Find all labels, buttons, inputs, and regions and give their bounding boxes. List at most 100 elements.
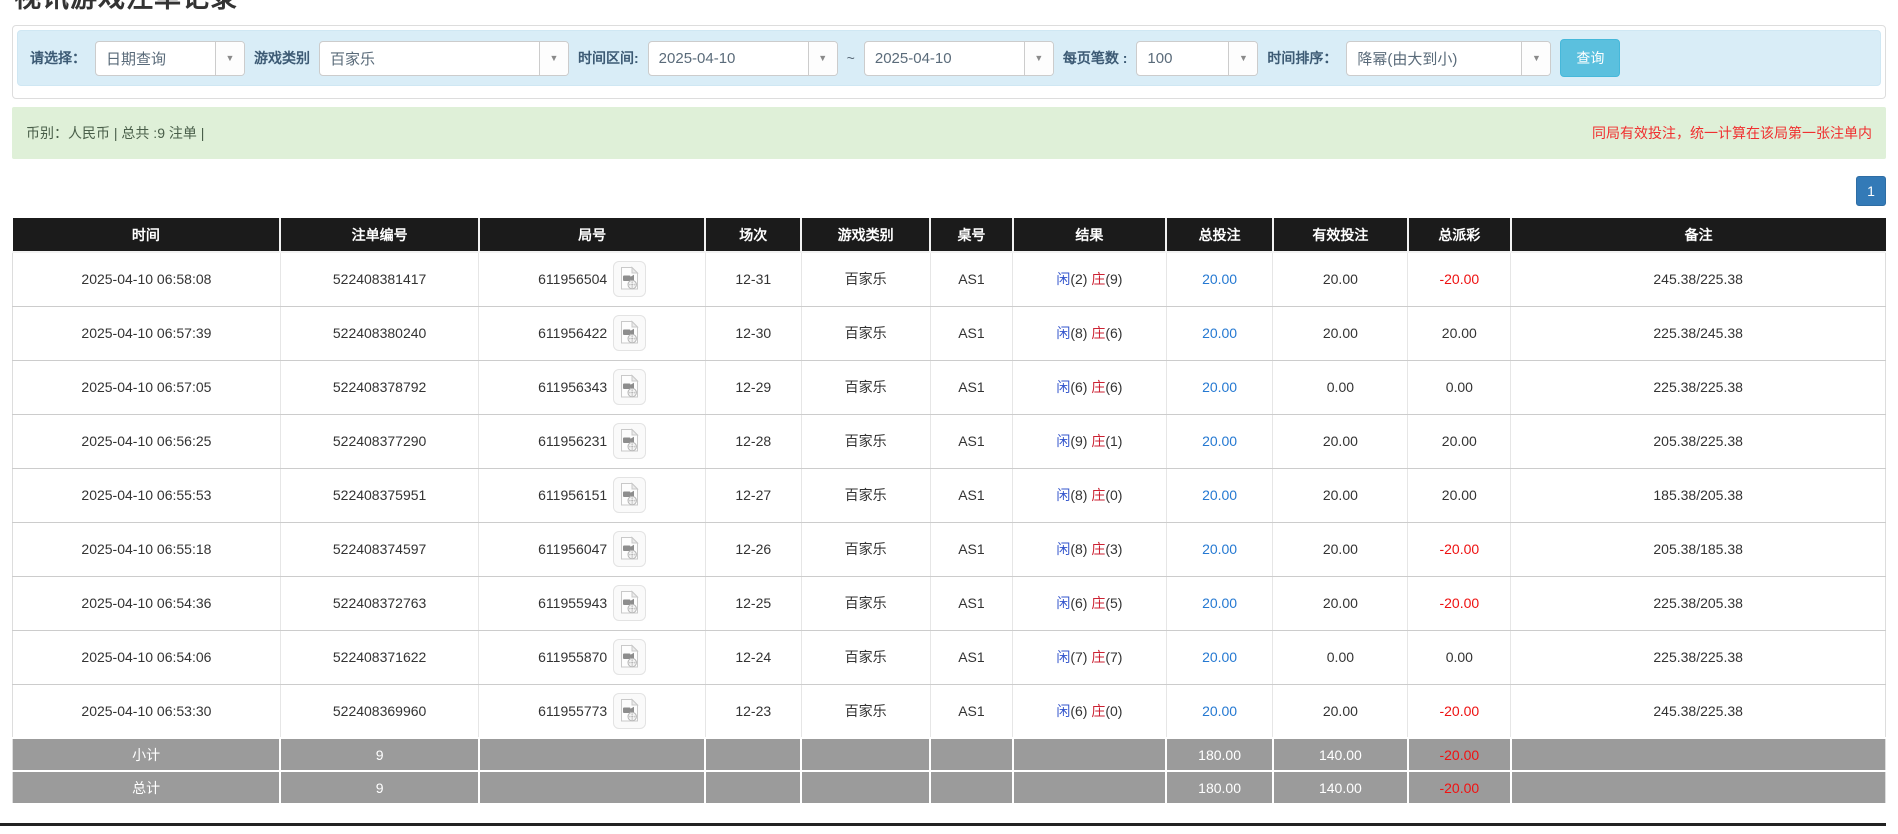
result-cell: 闲(6) 庄(0) <box>1013 684 1167 738</box>
total-bet-value[interactable]: 20.00 <box>1202 703 1237 719</box>
remark-cell: 205.38/185.38 <box>1511 522 1886 576</box>
subtotal-row-empty-cell <box>705 738 801 771</box>
total-bet-value[interactable]: 20.00 <box>1202 487 1237 503</box>
result-banker-label: 庄 <box>1091 595 1105 611</box>
session-cell: 12-24 <box>705 630 801 684</box>
video-replay-button[interactable] <box>613 531 646 567</box>
total-bet-value[interactable]: 20.00 <box>1202 325 1237 341</box>
game-type-select[interactable]: 百家乐 ▼ <box>319 41 569 76</box>
video-replay-button[interactable] <box>613 423 646 459</box>
result-banker-label: 庄 <box>1091 649 1105 665</box>
video-replay-button[interactable] <box>613 477 646 513</box>
result-cell: 闲(9) 庄(1) <box>1013 414 1167 468</box>
total-row-valid-bet: 140.00 <box>1273 771 1408 804</box>
video-replay-button[interactable] <box>613 261 646 297</box>
chevron-down-icon[interactable]: ▼ <box>539 42 568 75</box>
subtotal-row-remark <box>1511 738 1886 771</box>
result-player-score: (8) <box>1070 325 1091 341</box>
session-cell: 12-23 <box>705 684 801 738</box>
round-cell: 611956151 <box>479 468 706 522</box>
table-no-cell: AS1 <box>930 306 1012 360</box>
video-replay-button[interactable] <box>613 639 646 675</box>
round-number: 611955870 <box>538 649 607 665</box>
time-cell: 2025-04-10 06:53:30 <box>13 684 281 738</box>
subtotal-row-payout: -20.00 <box>1408 738 1511 771</box>
payout-cell: 0.00 <box>1408 360 1511 414</box>
round-cell: 611956047 <box>479 522 706 576</box>
time-cell: 2025-04-10 06:57:39 <box>13 306 281 360</box>
valid-bet-cell: 0.00 <box>1273 630 1408 684</box>
result-player-label: 闲 <box>1056 649 1070 665</box>
video-replay-button[interactable] <box>613 585 646 621</box>
total-bet-value[interactable]: 20.00 <box>1202 433 1237 449</box>
table-no-cell: AS1 <box>930 522 1012 576</box>
total-row-total-bet: 180.00 <box>1166 771 1273 804</box>
video-replay-button[interactable] <box>613 315 646 351</box>
bet-id-cell: 522408377290 <box>280 414 479 468</box>
session-cell: 12-28 <box>705 414 801 468</box>
page-size-label: 每页笔数 : <box>1063 48 1128 68</box>
result-player-label: 闲 <box>1056 325 1070 341</box>
total-bet-value[interactable]: 20.00 <box>1202 595 1237 611</box>
total-bet-value[interactable]: 20.00 <box>1202 541 1237 557</box>
column-header: 结果 <box>1013 218 1167 252</box>
chevron-down-icon[interactable]: ▼ <box>808 42 837 75</box>
bet-id-cell: 522408371622 <box>280 630 479 684</box>
remark-cell: 245.38/225.38 <box>1511 684 1886 738</box>
result-player-score: (2) <box>1070 271 1091 287</box>
filter-panel: 请选择： 日期查询 ▼ 游戏类别 百家乐 ▼ 时间区间: 2025-04-10 … <box>12 25 1886 99</box>
result-banker-score: (6) <box>1105 379 1122 395</box>
result-player-score: (6) <box>1070 703 1091 719</box>
table-row: 2025-04-10 06:57:39522408380240611956422… <box>13 306 1886 360</box>
round-cell: 611955943 <box>479 576 706 630</box>
total-bet-value[interactable]: 20.00 <box>1202 649 1237 665</box>
table-row: 2025-04-10 06:58:08522408381417611956504… <box>13 252 1886 306</box>
total-bet-cell: 20.00 <box>1166 306 1273 360</box>
result-banker-label: 庄 <box>1091 433 1105 449</box>
page-1-button[interactable]: 1 <box>1856 176 1886 206</box>
round-wrap: 611956343 <box>538 369 646 405</box>
session-cell: 12-25 <box>705 576 801 630</box>
bet-id-cell: 522408375951 <box>280 468 479 522</box>
game-type-cell: 百家乐 <box>801 306 930 360</box>
round-number: 611956422 <box>538 325 607 341</box>
search-button[interactable]: 查询 <box>1560 39 1620 77</box>
video-replay-icon <box>619 536 640 561</box>
chevron-down-icon[interactable]: ▼ <box>1024 42 1053 75</box>
round-cell: 611956422 <box>479 306 706 360</box>
result-banker-score: (7) <box>1105 649 1122 665</box>
total-bet-value[interactable]: 20.00 <box>1202 379 1237 395</box>
subtotal-row: 小计9180.00140.00-20.00 <box>13 738 1886 771</box>
round-wrap: 611956231 <box>538 423 646 459</box>
table-head: 时间注单编号局号场次游戏类别桌号结果总投注有效投注总派彩备注 <box>13 218 1886 252</box>
round-number: 611955773 <box>538 703 607 719</box>
time-range-label: 时间区间: <box>578 48 639 68</box>
result-banker-score: (1) <box>1105 433 1122 449</box>
video-replay-button[interactable] <box>613 693 646 729</box>
video-replay-icon <box>619 320 640 345</box>
date-from-select[interactable]: 2025-04-10 ▼ <box>648 41 838 76</box>
game-type-cell: 百家乐 <box>801 252 930 306</box>
chevron-down-icon[interactable]: ▼ <box>215 42 244 75</box>
time-cell: 2025-04-10 06:54:36 <box>13 576 281 630</box>
date-to-select[interactable]: 2025-04-10 ▼ <box>864 41 1054 76</box>
video-replay-button[interactable] <box>613 369 646 405</box>
payout-cell: -20.00 <box>1408 522 1511 576</box>
chevron-down-icon[interactable]: ▼ <box>1228 42 1257 75</box>
valid-bet-cell: 20.00 <box>1273 576 1408 630</box>
page-size-select[interactable]: 100 ▼ <box>1136 41 1258 76</box>
result-banker-score: (5) <box>1105 595 1122 611</box>
result-player-label: 闲 <box>1056 379 1070 395</box>
chevron-down-icon[interactable]: ▼ <box>1521 42 1550 75</box>
subtotal-row-empty-cell <box>1013 738 1167 771</box>
round-cell: 611956504 <box>479 252 706 306</box>
valid-bet-cell: 20.00 <box>1273 684 1408 738</box>
result-banker-label: 庄 <box>1091 325 1105 341</box>
column-header: 桌号 <box>930 218 1012 252</box>
summary-note: 同局有效投注，统一计算在该局第一张注单内 <box>1592 123 1872 143</box>
sort-select[interactable]: 降幂(由大到小) ▼ <box>1346 41 1551 76</box>
query-type-select[interactable]: 日期查询 ▼ <box>95 41 245 76</box>
round-number: 611956047 <box>538 541 607 557</box>
total-bet-cell: 20.00 <box>1166 522 1273 576</box>
total-bet-value[interactable]: 20.00 <box>1202 271 1237 287</box>
